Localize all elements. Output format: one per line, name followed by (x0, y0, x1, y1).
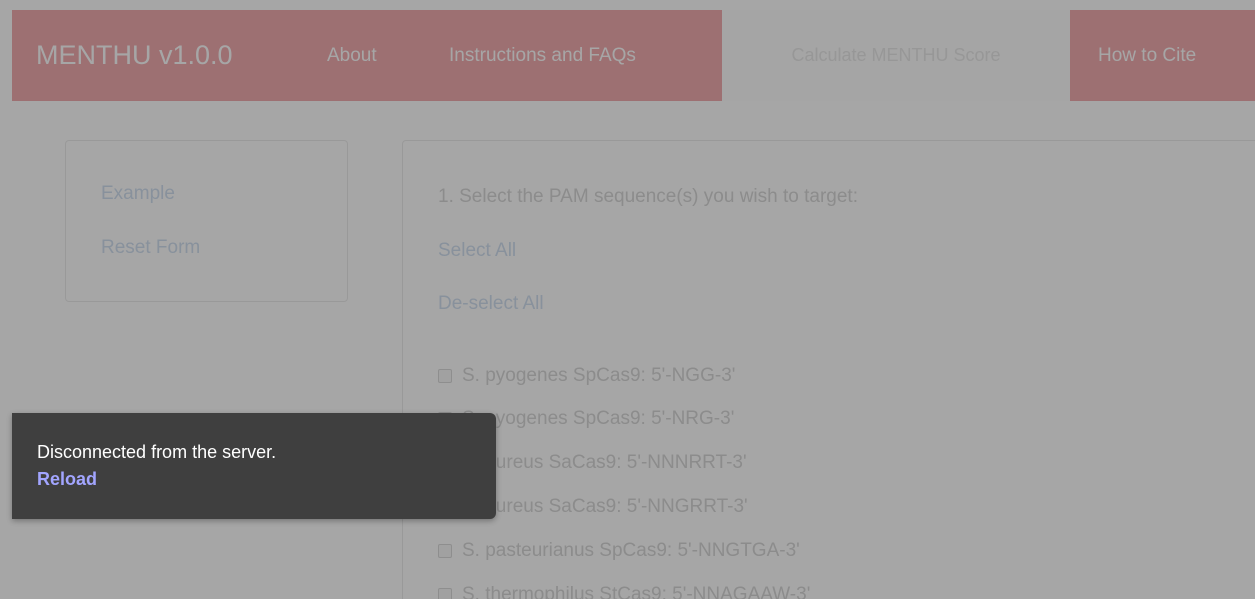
pam-checkbox[interactable] (438, 544, 452, 558)
pam-label: S. aureus SaCas9: 5'-NNGRRT-3' (462, 496, 748, 517)
disconnect-toast: Disconnected from the server. Reload (12, 413, 496, 519)
nav-instructions[interactable]: Instructions and FAQs (449, 10, 636, 101)
reload-link[interactable]: Reload (37, 469, 97, 490)
reset-form-link[interactable]: Reset Form (101, 237, 200, 259)
pam-label: S. pyogenes SpCas9: 5'-NRG-3' (462, 408, 735, 429)
sidebar-panel: Example Reset Form (65, 140, 348, 302)
brand-link[interactable]: MENTHU v1.0.0 (36, 10, 233, 101)
pam-checkbox[interactable] (438, 588, 452, 599)
main-panel: 1. Select the PAM sequence(s) you wish t… (402, 140, 1255, 599)
pam-label: S. pyogenes SpCas9: 5'-NGG-3' (462, 365, 736, 386)
pam-label: S. thermophilus StCas9: 5'-NNAGAAW-3' (462, 584, 811, 599)
top-navbar: MENTHU v1.0.0 About Instructions and FAQ… (12, 10, 1255, 101)
nav-how-to-cite[interactable]: How to Cite (1098, 10, 1196, 101)
toast-message: Disconnected from the server. (37, 442, 277, 462)
nav-about[interactable]: About (327, 10, 377, 101)
step-1-title: 1. Select the PAM sequence(s) you wish t… (438, 186, 858, 207)
example-link[interactable]: Example (101, 183, 175, 205)
page: MENTHU v1.0.0 About Instructions and FAQ… (0, 0, 1255, 599)
pam-label: S. pasteurianus SpCas9: 5'-NNGTGA-3' (462, 540, 800, 561)
pam-label: S. aureus SaCas9: 5'-NNNRRT-3' (462, 452, 747, 473)
deselect-all-link[interactable]: De-select All (438, 293, 544, 315)
select-all-link[interactable]: Select All (438, 240, 516, 262)
nav-calculate-active[interactable]: Calculate MENTHU Score (722, 10, 1070, 101)
pam-checkbox[interactable] (438, 369, 452, 383)
